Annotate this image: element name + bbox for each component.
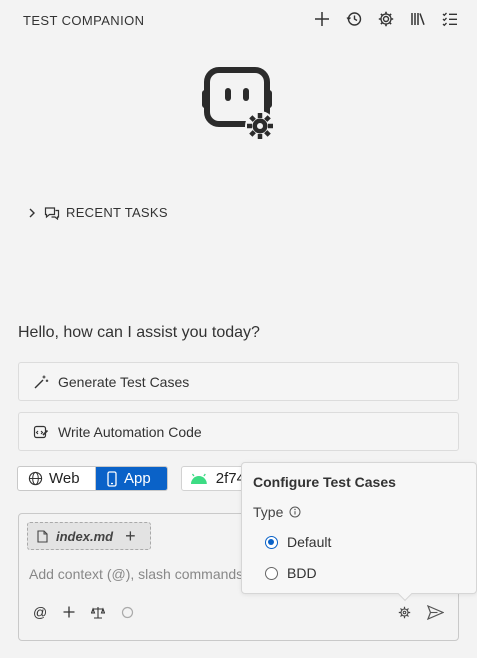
- platform-app-label: App: [124, 470, 151, 487]
- info-icon[interactable]: [289, 506, 301, 518]
- greeting-text: Hello, how can I assist you today?: [18, 324, 260, 341]
- library-icon[interactable]: [407, 8, 429, 30]
- composer-toolbar: @: [33, 604, 134, 620]
- radio-default[interactable]: [265, 535, 278, 549]
- code-edit-icon: [33, 425, 49, 438]
- add-file-icon[interactable]: +: [125, 526, 136, 547]
- add-icon[interactable]: [63, 606, 75, 618]
- type-bdd-label: BDD: [287, 565, 317, 581]
- type-label: Type: [253, 504, 284, 520]
- history-icon[interactable]: [343, 8, 365, 30]
- status-circle-icon[interactable]: [121, 606, 134, 619]
- mention-button[interactable]: @: [33, 604, 47, 620]
- write-automation-code-label: Write Automation Code: [58, 423, 202, 440]
- composer-toolbar-right: [398, 605, 444, 620]
- settings-icon[interactable]: [398, 606, 411, 619]
- generate-test-cases-button[interactable]: Generate Test Cases: [18, 362, 459, 401]
- plus-icon[interactable]: [311, 8, 333, 30]
- file-context-chip[interactable]: index.md +: [27, 522, 151, 550]
- magic-wand-icon: [34, 375, 49, 388]
- checklist-icon[interactable]: [439, 8, 461, 30]
- radio-bdd[interactable]: [265, 566, 278, 580]
- platform-web-label: Web: [49, 470, 80, 487]
- type-default-label: Default: [287, 534, 332, 550]
- chat-icon: [44, 206, 60, 220]
- send-icon[interactable]: [427, 605, 444, 620]
- platform-web-option[interactable]: Web: [18, 467, 95, 490]
- platform-toggle: Web App: [17, 466, 168, 491]
- file-chip-name: index.md: [56, 528, 114, 544]
- file-icon: [37, 529, 48, 543]
- type-row: Type: [253, 504, 301, 520]
- gear-icon[interactable]: [375, 8, 397, 30]
- companion-logo-icon: [201, 66, 281, 144]
- device-selector[interactable]: 2f74: [181, 466, 246, 491]
- context-input[interactable]: [29, 564, 243, 584]
- type-default-option[interactable]: Default: [265, 534, 331, 550]
- scale-icon[interactable]: [91, 606, 106, 619]
- recent-tasks-label: RECENT TASKS: [66, 205, 168, 220]
- chevron-right-icon: [29, 208, 35, 217]
- recent-tasks-toggle[interactable]: RECENT TASKS: [26, 205, 168, 220]
- type-bdd-option[interactable]: BDD: [265, 565, 317, 581]
- globe-icon: [28, 471, 43, 486]
- configure-test-cases-popover: Configure Test Cases Type Default BDD: [241, 462, 477, 602]
- platform-app-option[interactable]: App: [95, 467, 167, 490]
- phone-icon: [107, 470, 117, 487]
- app-title: TEST COMPANION: [23, 12, 145, 28]
- generate-test-cases-label: Generate Test Cases: [58, 373, 190, 390]
- android-icon: [190, 473, 207, 484]
- header-actions: [311, 8, 461, 30]
- write-automation-code-button[interactable]: Write Automation Code: [18, 412, 459, 451]
- header: TEST COMPANION: [0, 0, 477, 40]
- popover-title: Configure Test Cases: [253, 474, 396, 490]
